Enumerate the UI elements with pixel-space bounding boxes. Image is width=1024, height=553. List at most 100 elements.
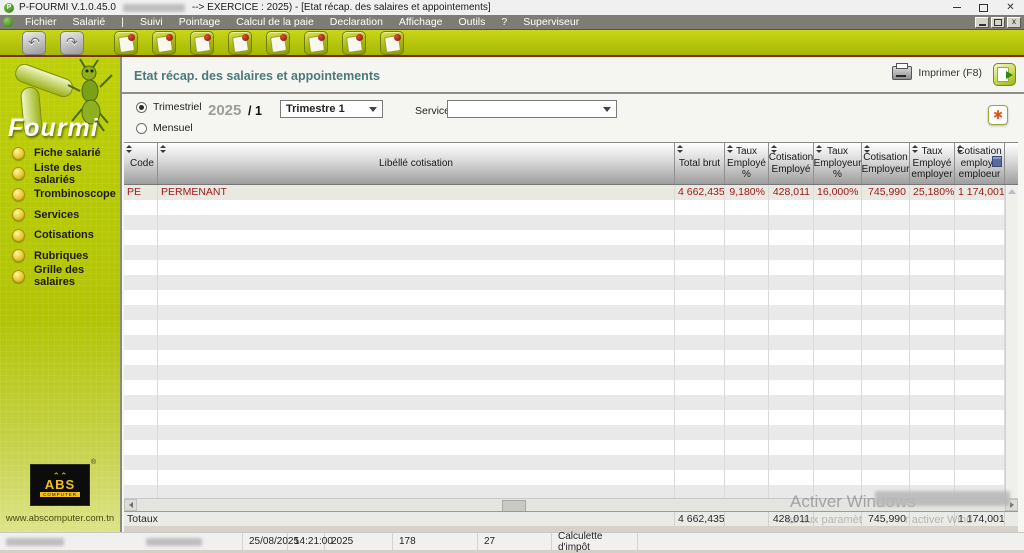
- sidebar-item[interactable]: Fiche salarié: [0, 143, 120, 164]
- sort-icon: [727, 145, 734, 155]
- mdi-restore-button[interactable]: [991, 17, 1005, 28]
- scroll-up-icon[interactable]: [1008, 189, 1016, 194]
- table-row[interactable]: [124, 425, 1005, 440]
- table-row[interactable]: [124, 260, 1005, 275]
- menu-item[interactable]: Declaration: [322, 16, 391, 28]
- hand-attendance-icon[interactable]: [190, 31, 214, 55]
- close-button[interactable]: ✕: [997, 0, 1024, 15]
- table-row[interactable]: [124, 380, 1005, 395]
- print-button[interactable]: Imprimer (F8): [892, 66, 982, 80]
- table-row[interactable]: [124, 335, 1005, 350]
- cell-libelle[interactable]: PERMENANT: [158, 185, 675, 200]
- fingerprint-icon[interactable]: [152, 31, 176, 55]
- table-row[interactable]: [124, 245, 1005, 260]
- cell-cotisation-employe-employeur[interactable]: 1 174,001: [955, 185, 1005, 200]
- menu-item[interactable]: Suivi: [132, 16, 171, 28]
- redacted-area: [875, 491, 1010, 506]
- import-icon[interactable]: [380, 31, 404, 55]
- cell-total-brut[interactable]: 4 662,435: [675, 185, 725, 200]
- redacted-text: [146, 538, 202, 546]
- bullet-icon: [12, 229, 25, 242]
- menu-items: FichierSalarié|SuiviPointageCalcul de la…: [17, 16, 587, 28]
- scroll-left-icon[interactable]: [124, 499, 137, 511]
- minimize-button[interactable]: [943, 0, 970, 15]
- mdi-close-button[interactable]: x: [1007, 17, 1021, 28]
- table-row[interactable]: [124, 290, 1005, 305]
- menu-item[interactable]: Outils: [451, 16, 494, 28]
- column-header-total-brut[interactable]: Total brut: [675, 143, 725, 184]
- menu-item[interactable]: ?: [493, 16, 515, 28]
- column-header-cotisation-employe-employeur[interactable]: Cotisation employé emploeur: [955, 143, 1005, 184]
- exit-icon[interactable]: [993, 63, 1016, 86]
- column-header-cotisation-employeur[interactable]: Cotisation Employeur: [862, 143, 910, 184]
- cell-code[interactable]: PE: [124, 185, 158, 200]
- website-link[interactable]: www.abscomputer.com.tn: [0, 513, 120, 524]
- status-bar: 25/08/2025 14:21:00 2025 178 27 Calculet…: [0, 532, 1024, 550]
- redacted-company-name: [6, 538, 64, 546]
- cell-cotisation-employe[interactable]: 428,011: [769, 185, 814, 200]
- table-row[interactable]: PE PERMENANT 4 662,435 9,180% 428,011 16…: [124, 185, 1005, 200]
- sort-icon: [816, 145, 823, 155]
- settings-gear-icon[interactable]: [988, 105, 1008, 125]
- cell-taux-employeur[interactable]: 16,000%: [814, 185, 862, 200]
- exercise-year: 2025: [208, 102, 241, 119]
- sidebar-item[interactable]: Trombinoscope: [0, 184, 120, 205]
- mdi-minimize-button[interactable]: [975, 17, 989, 28]
- bullet-icon: [12, 270, 25, 283]
- table-row[interactable]: [124, 320, 1005, 335]
- column-header-taux-employeur[interactable]: Taux Employeur %: [814, 143, 862, 184]
- menu-item[interactable]: Calcul de la paie: [228, 16, 322, 28]
- menu-item[interactable]: |: [113, 16, 132, 28]
- sidebar-item[interactable]: Grille des salaires: [0, 266, 120, 287]
- report-icon[interactable]: [342, 31, 366, 55]
- column-header-taux-employe[interactable]: Taux Employé %: [725, 143, 769, 184]
- table-row[interactable]: [124, 455, 1005, 470]
- cell-taux-employe-employer[interactable]: 25,180%: [910, 185, 955, 200]
- menu-item[interactable]: Pointage: [171, 16, 228, 28]
- column-options-icon[interactable]: [992, 156, 1002, 167]
- radio-trimestriel[interactable]: Trimestriel: [136, 101, 202, 113]
- service-select[interactable]: [447, 100, 617, 118]
- table-row[interactable]: [124, 470, 1005, 485]
- table-row[interactable]: [124, 440, 1005, 455]
- sidebar-item[interactable]: Liste des salariés: [0, 164, 120, 185]
- table-row[interactable]: [124, 215, 1005, 230]
- sidebar-item[interactable]: Services: [0, 205, 120, 226]
- payslip-icon[interactable]: [266, 31, 290, 55]
- note-icon[interactable]: [228, 31, 252, 55]
- table-row[interactable]: [124, 350, 1005, 365]
- forward-arrow-icon[interactable]: ↷: [60, 31, 84, 55]
- restore-button[interactable]: [970, 0, 997, 15]
- sidebar-item[interactable]: Rubriques: [0, 246, 120, 267]
- table-body: PE PERMENANT 4 662,435 9,180% 428,011 16…: [124, 185, 1005, 498]
- table-row[interactable]: [124, 230, 1005, 245]
- menu-item[interactable]: Affichage: [391, 16, 451, 28]
- menu-item[interactable]: Superviseur: [515, 16, 587, 28]
- radio-button[interactable]: [136, 123, 147, 134]
- menu-item[interactable]: Fichier: [17, 16, 65, 28]
- table-row[interactable]: [124, 275, 1005, 290]
- vertical-scrollbar[interactable]: [1005, 185, 1018, 498]
- employee-icon[interactable]: [114, 31, 138, 55]
- table-row[interactable]: [124, 365, 1005, 380]
- table-row[interactable]: [124, 410, 1005, 425]
- table-row[interactable]: [124, 200, 1005, 215]
- back-arrow-icon[interactable]: ↶: [22, 31, 46, 55]
- table-row[interactable]: [124, 395, 1005, 410]
- column-header-taux-employe-employer[interactable]: Taux Employé employer: [910, 143, 955, 184]
- column-header-libelle[interactable]: Libéllé cotisation: [158, 143, 675, 184]
- column-header-cotisation-employe[interactable]: Cotisation Employé: [769, 143, 814, 184]
- radio-button-checked[interactable]: [136, 102, 147, 113]
- totals-label: Totaux: [124, 512, 675, 526]
- sidebar-item[interactable]: Cotisations: [0, 225, 120, 246]
- stats-icon[interactable]: [304, 31, 328, 55]
- cell-cotisation-employeur[interactable]: 745,990: [862, 185, 910, 200]
- table-row[interactable]: [124, 305, 1005, 320]
- cell-taux-employe[interactable]: 9,180%: [725, 185, 769, 200]
- status-tax-calculator[interactable]: Calculette d'impôt: [552, 533, 638, 550]
- trimester-select[interactable]: Trimestre 1: [280, 100, 383, 118]
- column-header-code[interactable]: Code: [124, 143, 158, 184]
- menu-item[interactable]: Salarié: [65, 16, 114, 28]
- radio-mensuel[interactable]: Mensuel: [136, 122, 193, 134]
- divider: [122, 92, 1024, 94]
